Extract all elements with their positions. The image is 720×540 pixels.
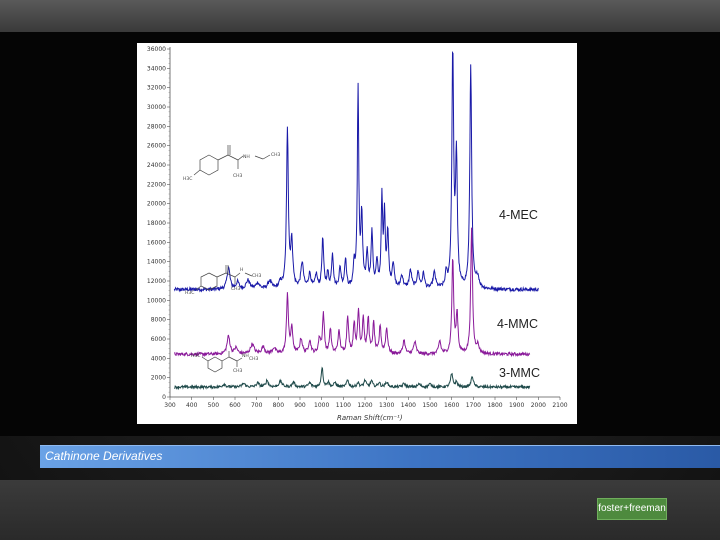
x-tick-label: 1500: [422, 402, 437, 409]
x-tick-label: 1600: [444, 402, 459, 409]
raman-spectra-chart: 0 2000 4000 6000 8000 10000 12000 14000 16000 180…: [147, 46, 568, 422]
series-line-4-mec: [173, 50, 539, 293]
series-label-4-mmc: 4-MMC: [497, 317, 538, 331]
x-tick-label: 1700: [466, 402, 481, 409]
x-tick-label: 1300: [379, 402, 394, 409]
mmc3-ch3-bottom-label: CH3: [233, 368, 243, 374]
x-tick-label: 2000: [531, 402, 546, 409]
x-tick-label: 700: [251, 402, 263, 409]
x-tick-label: 2100: [552, 402, 567, 409]
x-tick-label: 1400: [401, 402, 416, 409]
mmc3-ch3-label: CH3: [249, 356, 259, 362]
foster-freeman-logo: foster+freeman: [597, 498, 667, 520]
mmc3-nh-label: NH: [242, 353, 249, 359]
x-tick-label: 1100: [336, 402, 351, 409]
y-tick-label: 10000: [147, 297, 166, 304]
y-tick-label: 0: [162, 394, 166, 401]
mmc-ch3-label: CH3: [252, 273, 262, 279]
y-tick-label: 6000: [151, 336, 166, 343]
series-label-4-mec: 4-MEC: [499, 208, 538, 222]
y-tick-label: 36000: [147, 46, 166, 53]
raman-spectra-figure: 0 2000 4000 6000 8000 10000 12000 14000 16000 180…: [137, 43, 577, 424]
series-line-4-mmc: [173, 227, 531, 358]
x-tick-label: 400: [186, 402, 198, 409]
x-tick-label: 1800: [487, 402, 502, 409]
y-tick-label: 20000: [147, 201, 166, 208]
y-tick-label: 32000: [147, 85, 166, 92]
series-label-3-mmc: 3-MMC: [499, 366, 540, 380]
x-axis-title: Raman Shift(cm⁻¹): [337, 414, 403, 422]
x-tick-label: 600: [229, 402, 241, 409]
mec-h3c-label: H3C: [183, 176, 192, 182]
y-tick-label: 28000: [147, 123, 166, 130]
y-tick-label: 22000: [147, 181, 166, 188]
structure-4-mmc: H3C H CH3 CH3: [185, 265, 262, 296]
y-tick-label: 14000: [147, 259, 166, 266]
top-band: [0, 0, 720, 32]
mmc-h-label: H: [240, 267, 243, 273]
x-tick-label: 800: [273, 402, 285, 409]
y-tick-label: 26000: [147, 143, 166, 150]
caption-text: Cathinone Derivatives: [45, 449, 163, 463]
mmc3-h3c-label: H3C: [191, 353, 200, 359]
x-tick-label: 1000: [314, 402, 329, 409]
y-tick-label: 30000: [147, 104, 166, 111]
y-tick-label: 16000: [147, 239, 166, 246]
structure-4-mec: H3C NH CH3 CH3: [183, 145, 281, 182]
caption-bar: Cathinone Derivatives: [40, 445, 720, 468]
x-tick-label: 300: [164, 402, 176, 409]
x-tick-label: 500: [208, 402, 220, 409]
series-line-3-mmc: [174, 366, 531, 391]
y-tick-label: 34000: [147, 65, 166, 72]
y-tick-label: 2000: [151, 375, 166, 382]
mec-ch3-label: CH3: [271, 152, 281, 158]
y-tick-label: 4000: [151, 355, 166, 362]
structure-3-mmc: H3C NH CH3 CH3: [191, 351, 259, 374]
y-tick-label: 8000: [151, 317, 166, 324]
mmc-ch3-bottom-label: CH3: [231, 286, 241, 292]
mmc-h3c-label: H3C: [185, 290, 194, 296]
y-tick-label: 24000: [147, 162, 166, 169]
mec-ch3-bottom-label: CH3: [233, 173, 243, 179]
mec-nh-label: NH: [243, 154, 250, 160]
x-tick-label: 1900: [509, 402, 524, 409]
y-tick-label: 12000: [147, 278, 166, 285]
x-tick-label: 900: [294, 402, 306, 409]
x-tick-label: 1200: [357, 402, 372, 409]
y-tick-label: 18000: [147, 220, 166, 227]
